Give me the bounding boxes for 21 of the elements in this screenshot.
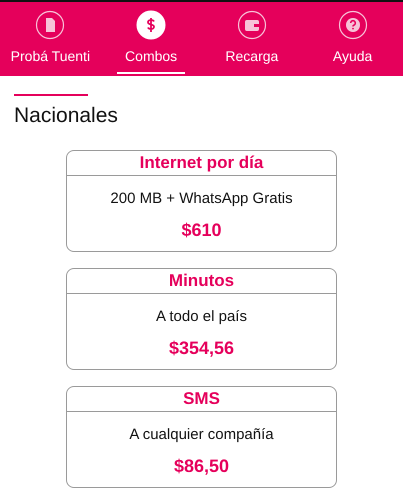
nav-tab[interactable]: Recarga <box>217 48 286 74</box>
card-title: Internet por día <box>140 153 264 172</box>
nav-tab[interactable]: Combos <box>117 48 186 74</box>
wallet-icon <box>236 10 267 40</box>
card-title: SMS <box>183 389 220 408</box>
card-description: A todo el país <box>156 308 247 325</box>
section-title: Nacionales <box>14 104 119 128</box>
plan-card[interactable]: Minutos A todo el país $354,56 <box>66 268 337 370</box>
card-title: Minutos <box>168 271 234 290</box>
card-price: $86,50 <box>174 456 230 477</box>
card-description: A cualquier compañía <box>129 426 274 443</box>
card-price: $610 <box>181 220 222 241</box>
nav-tab[interactable]: Ayuda <box>324 48 380 74</box>
plan-card[interactable]: Internet por día 200 MB + WhatsApp Gratis $610 <box>66 150 337 252</box>
card-description: 200 MB + WhatsApp Gratis <box>110 190 293 207</box>
help-icon <box>338 10 368 40</box>
plan-card[interactable]: SMS A cualquier compañía $86,50 <box>66 386 337 488</box>
dollar-icon <box>136 10 166 40</box>
card-price: $354,56 <box>168 338 234 359</box>
nav-tab[interactable]: Probá Tuenti <box>2 48 98 74</box>
sim-card-icon <box>35 10 66 40</box>
